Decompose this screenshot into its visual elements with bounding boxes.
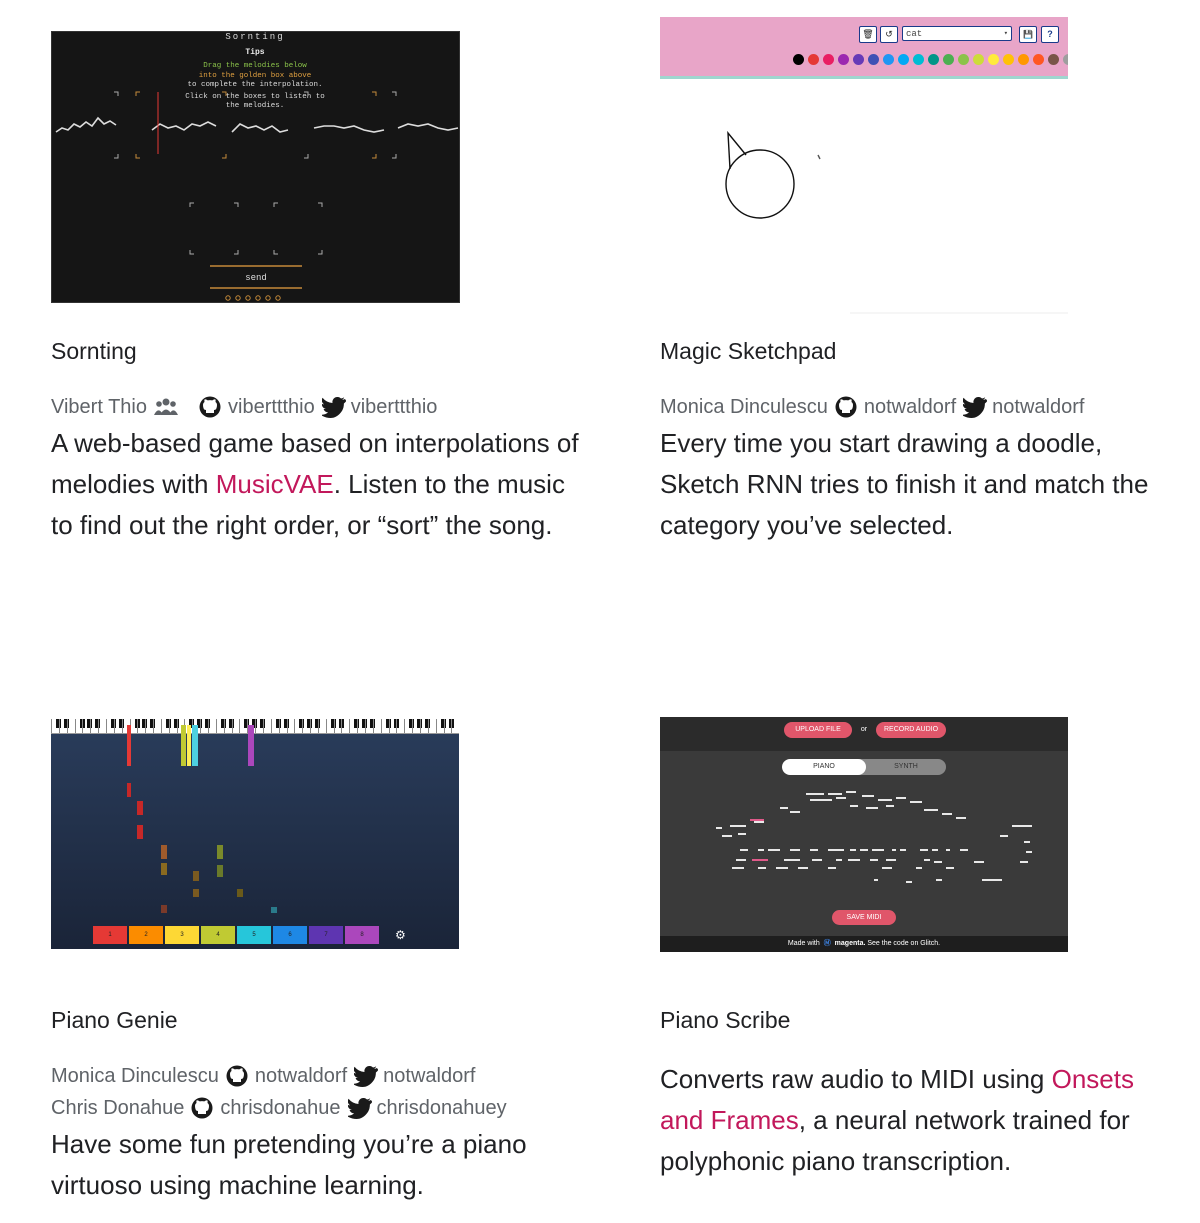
color-swatch[interactable]	[793, 54, 804, 65]
thumb-line3: to complete the interpolation.	[187, 81, 322, 89]
card-title[interactable]: Sornting	[51, 338, 137, 365]
piano-genie-thumbnail[interactable]: 12345678 ⚙	[51, 719, 459, 949]
musicvae-link[interactable]: MusicVAE	[216, 469, 334, 499]
save-midi-button[interactable]: SAVE MIDI	[832, 910, 896, 925]
github-handle[interactable]: viberttthio	[228, 391, 315, 423]
author-name[interactable]: Vibert Thio	[51, 391, 147, 423]
thumb-line5: the melodies.	[226, 102, 285, 110]
twitter-icon	[963, 396, 988, 418]
color-swatch[interactable]	[973, 54, 984, 65]
card-description: Have some fun pretending you’re a piano …	[51, 1129, 527, 1200]
color-swatch[interactable]	[1018, 54, 1029, 65]
twitter-icon	[321, 396, 346, 418]
thumb-tips: Tips	[245, 48, 264, 57]
color-swatch[interactable]	[853, 54, 864, 65]
genie-key-button[interactable]: 4	[201, 926, 235, 944]
author-row: Chris Donahue chrisdonahue chrisdonahuey	[51, 1092, 507, 1124]
github-icon	[835, 396, 857, 418]
author-list: Vibert Thio viberttthio viberttthio	[51, 391, 437, 423]
color-swatch[interactable]	[898, 54, 909, 65]
color-swatch[interactable]	[838, 54, 849, 65]
sornting-thumbnail[interactable]: Sornting Tips Drag the melodies below in…	[51, 31, 460, 303]
color-swatch[interactable]	[883, 54, 894, 65]
help-button[interactable]: ?	[1041, 26, 1059, 43]
github-handle[interactable]: notwaldorf	[255, 1060, 347, 1092]
made-with-text: Made with	[787, 940, 820, 947]
color-palette	[793, 54, 1068, 67]
twitter-icon	[354, 1065, 379, 1087]
author-list: Monica Dinculescu notwaldorf notwaldorf …	[51, 1060, 507, 1124]
card-description: A web-based game based on interpolations…	[51, 423, 591, 546]
genie-key-button[interactable]: 7	[309, 926, 343, 944]
send-button[interactable]: send	[245, 273, 267, 283]
scribe-footer: Made with Ⓜ magenta. See the code on Gli…	[660, 936, 1068, 952]
card-title[interactable]: Piano Scribe	[660, 1007, 790, 1034]
github-icon	[199, 396, 221, 418]
thumb-heading: Sornting	[225, 32, 284, 42]
genie-buttons: 12345678	[93, 926, 381, 944]
piano-scribe-thumbnail[interactable]: UPLOAD FILE or RECORD AUDIO PIANO SYNTH	[660, 717, 1068, 952]
github-icon	[191, 1097, 213, 1119]
card-title[interactable]: Magic Sketchpad	[660, 338, 836, 365]
genie-key-button[interactable]: 1	[93, 926, 127, 944]
twitter-handle[interactable]: viberttthio	[351, 391, 438, 423]
desc-text: Converts raw audio to MIDI using	[660, 1064, 1052, 1094]
history-button[interactable]: ↺	[880, 26, 898, 43]
card-description: Every time you start drawing a doodle, S…	[660, 428, 1149, 540]
github-handle[interactable]: chrisdonahue	[220, 1092, 340, 1124]
author-row: Monica Dinculescu notwaldorf notwaldorf	[51, 1060, 507, 1092]
genie-key-button[interactable]: 6	[273, 926, 307, 944]
author-row: Vibert Thio viberttthio viberttthio	[51, 391, 437, 423]
twitter-icon	[347, 1097, 372, 1119]
author-name[interactable]: Monica Dinculescu	[660, 391, 828, 423]
github-icon	[226, 1065, 248, 1087]
thumb-line1: Drag the melodies below	[203, 62, 307, 70]
author-list: Monica Dinculescu notwaldorf notwaldorf	[660, 391, 1084, 423]
color-swatch[interactable]	[808, 54, 819, 65]
color-swatch[interactable]	[913, 54, 924, 65]
color-swatch[interactable]	[943, 54, 954, 65]
color-swatch[interactable]	[928, 54, 939, 65]
chevron-down-icon: ▾	[1003, 30, 1008, 38]
author-name[interactable]: Monica Dinculescu	[51, 1060, 219, 1092]
thumb-line2: into the golden box above	[199, 72, 312, 80]
card-description: Converts raw audio to MIDI using Onsets …	[660, 1059, 1180, 1182]
color-swatch[interactable]	[988, 54, 999, 65]
magic-sketchpad-thumbnail[interactable]: 🗑 ↺ cat ▾ 💾 ?	[660, 17, 1068, 315]
twitter-handle[interactable]: chrisdonahuey	[377, 1092, 507, 1124]
color-swatch[interactable]	[1003, 54, 1014, 65]
genie-key-button[interactable]: 2	[129, 926, 163, 944]
author-row: Monica Dinculescu notwaldorf notwaldorf	[660, 391, 1084, 423]
genie-key-button[interactable]: 5	[237, 926, 271, 944]
color-swatch[interactable]	[868, 54, 879, 65]
glitch-link[interactable]: See the code on Glitch.	[867, 940, 940, 947]
magenta-logo-icon: Ⓜ	[823, 940, 831, 947]
card-title[interactable]: Piano Genie	[51, 1007, 178, 1034]
twitter-handle[interactable]: notwaldorf	[992, 391, 1084, 423]
genie-key-button[interactable]: 3	[165, 926, 199, 944]
category-select-value: cat	[906, 29, 923, 39]
drawing-canvas[interactable]	[660, 79, 1068, 315]
category-select[interactable]: cat ▾	[902, 26, 1012, 41]
gear-icon[interactable]: ⚙	[395, 926, 406, 944]
color-swatch[interactable]	[1048, 54, 1059, 65]
magenta-brand[interactable]: magenta.	[835, 940, 866, 947]
author-name[interactable]: Chris Donahue	[51, 1092, 184, 1124]
save-button[interactable]: 💾	[1019, 26, 1037, 43]
github-handle[interactable]: notwaldorf	[864, 391, 956, 423]
genie-key-button[interactable]: 8	[345, 926, 379, 944]
color-swatch[interactable]	[1063, 54, 1068, 65]
thumb-line4: Click on the boxes to listen to	[185, 93, 325, 101]
color-swatch[interactable]	[1033, 54, 1044, 65]
people-icon	[154, 396, 178, 418]
twitter-handle[interactable]: notwaldorf	[383, 1060, 475, 1092]
color-swatch[interactable]	[823, 54, 834, 65]
trash-button[interactable]: 🗑	[859, 26, 877, 43]
color-swatch[interactable]	[958, 54, 969, 65]
